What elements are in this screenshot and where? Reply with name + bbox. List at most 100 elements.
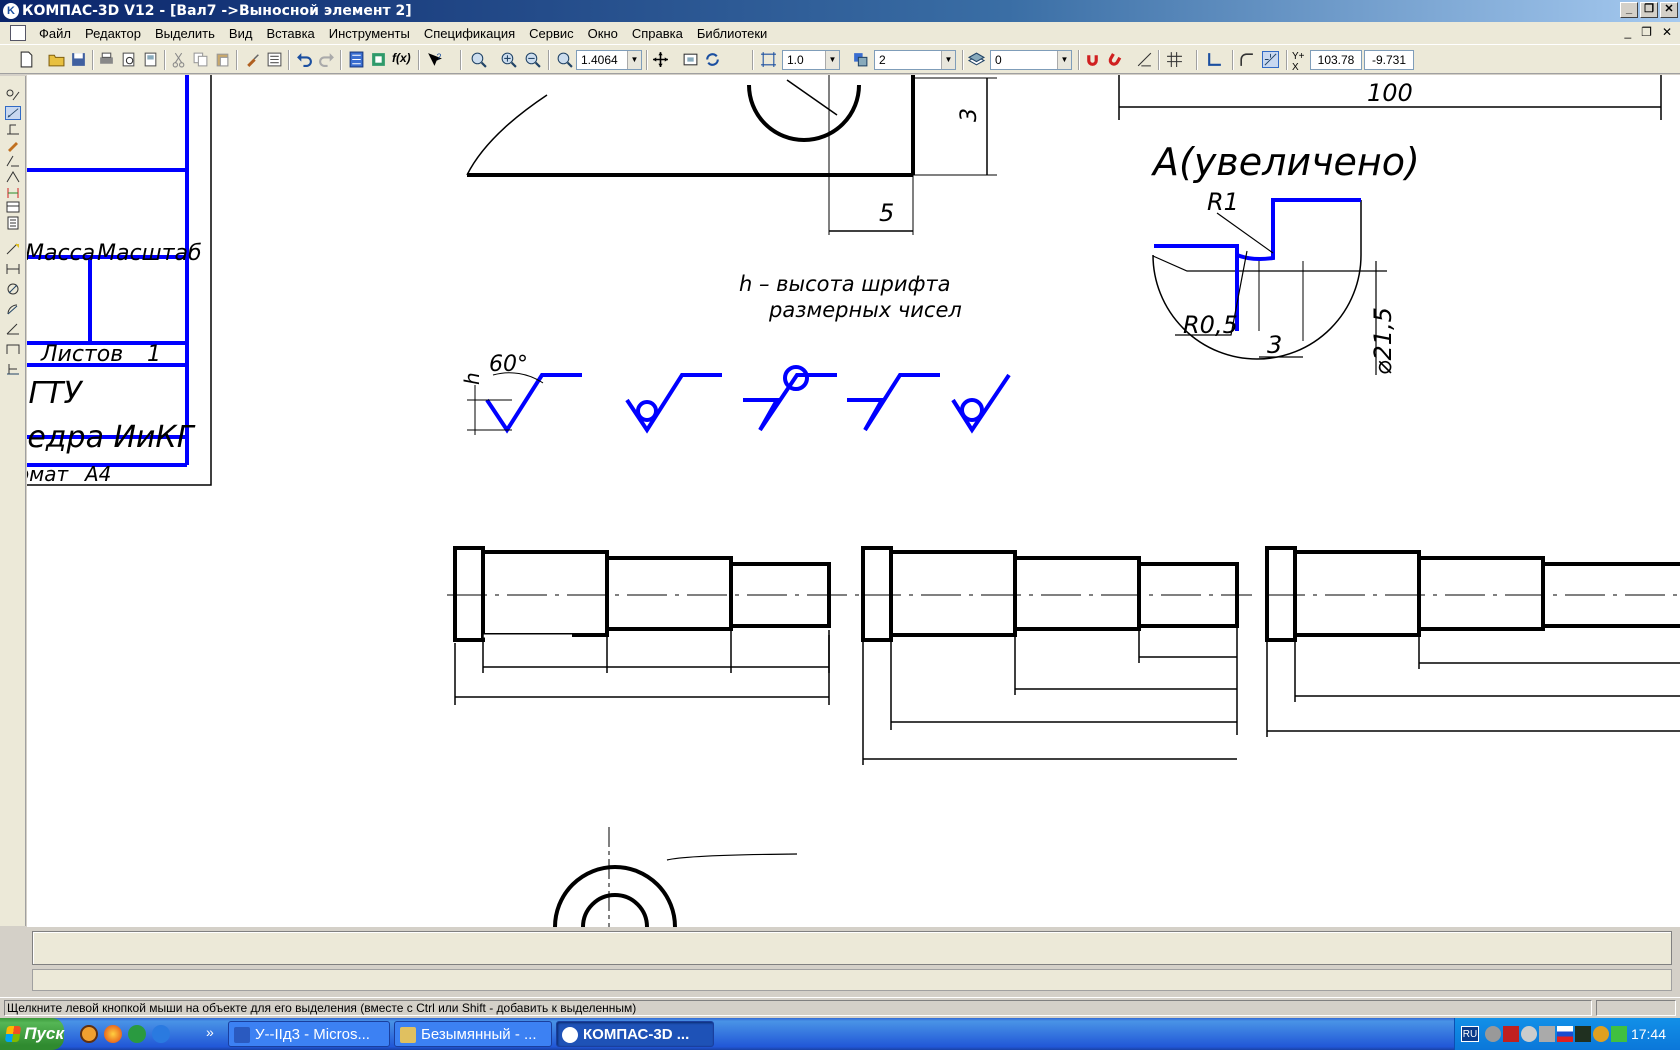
zoom-scale-icon[interactable]	[556, 51, 573, 68]
cut-icon[interactable]	[170, 51, 187, 68]
print-preview-icon[interactable]	[120, 51, 137, 68]
language-indicator[interactable]: RU	[1461, 1026, 1479, 1042]
network-tray-icon[interactable]	[1521, 1026, 1537, 1042]
menu-help[interactable]: Справка	[625, 26, 690, 41]
monitor-tray-icon[interactable]	[1575, 1026, 1591, 1042]
mdi-minimize-button[interactable]: _	[1624, 25, 1631, 39]
select-icon[interactable]	[5, 186, 21, 200]
start-button[interactable]: Пуск	[0, 1018, 64, 1050]
zoom-combo[interactable]: 1.4064 ▼	[576, 50, 642, 70]
menu-file[interactable]: Файл	[32, 26, 78, 41]
variables-icon[interactable]	[370, 51, 387, 68]
local-cs-icon[interactable]	[1206, 51, 1223, 68]
zoom-in-icon[interactable]	[500, 51, 517, 68]
print-icon[interactable]	[98, 51, 115, 68]
symbols-icon[interactable]	[5, 122, 21, 136]
chevron-down-icon[interactable]: ▼	[941, 51, 955, 69]
angular-dim-icon[interactable]	[5, 322, 21, 336]
chevron-down-icon[interactable]: ▼	[627, 51, 641, 69]
command-input-area[interactable]	[32, 931, 1672, 965]
mdi-restore-button[interactable]: ❐	[1641, 25, 1652, 39]
compass-app-icon[interactable]	[128, 1025, 146, 1043]
coord-x-field[interactable]: 103.78	[1310, 50, 1362, 70]
layer-style-combo[interactable]: 2 ▼	[874, 50, 956, 70]
layer-style-icon[interactable]	[852, 51, 869, 68]
menu-tools[interactable]: Инструменты	[322, 26, 417, 41]
round-icon[interactable]	[1238, 51, 1255, 68]
zoom-out-icon[interactable]	[524, 51, 541, 68]
undo-icon[interactable]	[296, 51, 313, 68]
menu-insert[interactable]: Вставка	[259, 26, 321, 41]
orthogonal-icon[interactable]	[1136, 51, 1153, 68]
layers-icon[interactable]	[968, 51, 985, 68]
paste-icon[interactable]	[214, 51, 231, 68]
context-help-icon[interactable]: ?	[426, 51, 443, 68]
chevron-down-icon[interactable]: ▼	[1057, 51, 1071, 69]
pan-icon[interactable]	[652, 51, 669, 68]
menu-service[interactable]: Сервис	[522, 26, 581, 41]
update-tray-icon[interactable]	[1593, 1026, 1609, 1042]
document-icon[interactable]	[10, 25, 26, 41]
redo-icon[interactable]	[318, 51, 335, 68]
org-line2: Кафедра ИиКГ	[27, 420, 196, 455]
tree-manager-icon[interactable]	[348, 51, 365, 68]
show-all-icon[interactable]	[682, 51, 699, 68]
russian-flag-icon[interactable]	[1557, 1026, 1573, 1042]
minimize-button[interactable]: _	[1620, 2, 1638, 18]
green-tray-icon[interactable]	[1611, 1026, 1627, 1042]
task-word[interactable]: У--IIд3 - Micros...	[228, 1021, 390, 1047]
object-properties-icon[interactable]	[266, 51, 283, 68]
mdi-close-button[interactable]: ✕	[1662, 25, 1672, 39]
properties-brush-icon[interactable]	[244, 51, 261, 68]
arc-dim-icon[interactable]	[5, 342, 21, 356]
close-button[interactable]: ✕	[1660, 2, 1678, 18]
ie-icon[interactable]	[152, 1025, 170, 1043]
layer-combo[interactable]: 0 ▼	[990, 50, 1072, 70]
reports-icon[interactable]	[5, 216, 21, 230]
open-folder-icon[interactable]	[48, 51, 65, 68]
menu-edit[interactable]: Редактор	[78, 26, 148, 41]
dimensions-icon[interactable]	[5, 106, 21, 120]
task-paint[interactable]: Безымянный - ...	[394, 1021, 552, 1047]
menu-specification[interactable]: Спецификация	[417, 26, 522, 41]
chevron-down-icon[interactable]: ▼	[825, 51, 839, 69]
drawing-canvas[interactable]: Масса Масштаб Листов 1 ДГТУ Кафедра ИиКГ…	[27, 75, 1680, 927]
firefox-icon[interactable]	[104, 1025, 122, 1043]
spec-icon[interactable]	[5, 200, 21, 214]
refresh-icon[interactable]	[704, 51, 721, 68]
copy-icon[interactable]	[192, 51, 209, 68]
zoom-window-icon[interactable]	[470, 51, 487, 68]
parametrization-icon[interactable]	[5, 154, 21, 168]
height-mark-icon[interactable]	[5, 362, 21, 376]
function-icon[interactable]: f(x)	[392, 51, 411, 68]
magnet-snap-icon[interactable]	[1084, 51, 1101, 68]
geometry-icon[interactable]	[5, 88, 21, 102]
menu-select[interactable]: Выделить	[148, 26, 222, 41]
save-icon[interactable]	[70, 51, 87, 68]
measure-icon[interactable]	[5, 170, 21, 184]
autocad-icon[interactable]	[80, 1025, 98, 1043]
scale-combo[interactable]: 1.0 ▼	[782, 50, 840, 70]
radial-dim-icon[interactable]	[5, 302, 21, 316]
linear-dim-icon[interactable]	[5, 262, 21, 276]
page-setup-icon[interactable]	[142, 51, 159, 68]
menu-window[interactable]: Окно	[581, 26, 625, 41]
antivirus-tray-icon[interactable]	[1503, 1026, 1519, 1042]
restore-button[interactable]: ❐	[1640, 2, 1658, 18]
magnet-local-icon[interactable]	[1106, 51, 1123, 68]
task-kompas[interactable]: КОМПАС-3D ...	[556, 1021, 714, 1047]
diameter-dim-icon[interactable]	[5, 282, 21, 296]
grid-icon[interactable]	[1166, 51, 1183, 68]
auto-line-icon[interactable]	[5, 242, 21, 256]
edit-icon[interactable]	[5, 138, 21, 152]
menu-libraries[interactable]: Библиотеки	[690, 26, 774, 41]
clock[interactable]: 17:44	[1631, 1026, 1666, 1042]
device-tray-icon[interactable]	[1539, 1026, 1555, 1042]
more-quicklaunch-icon[interactable]: »	[206, 1024, 214, 1040]
menu-view[interactable]: Вид	[222, 26, 260, 41]
coord-y-field[interactable]: -9.731	[1364, 50, 1414, 70]
new-document-icon[interactable]	[18, 51, 35, 68]
cursor-coords-icon[interactable]	[1262, 51, 1279, 68]
settings-tray-icon[interactable]	[1485, 1026, 1501, 1042]
snap-grid-icon[interactable]	[760, 51, 777, 68]
